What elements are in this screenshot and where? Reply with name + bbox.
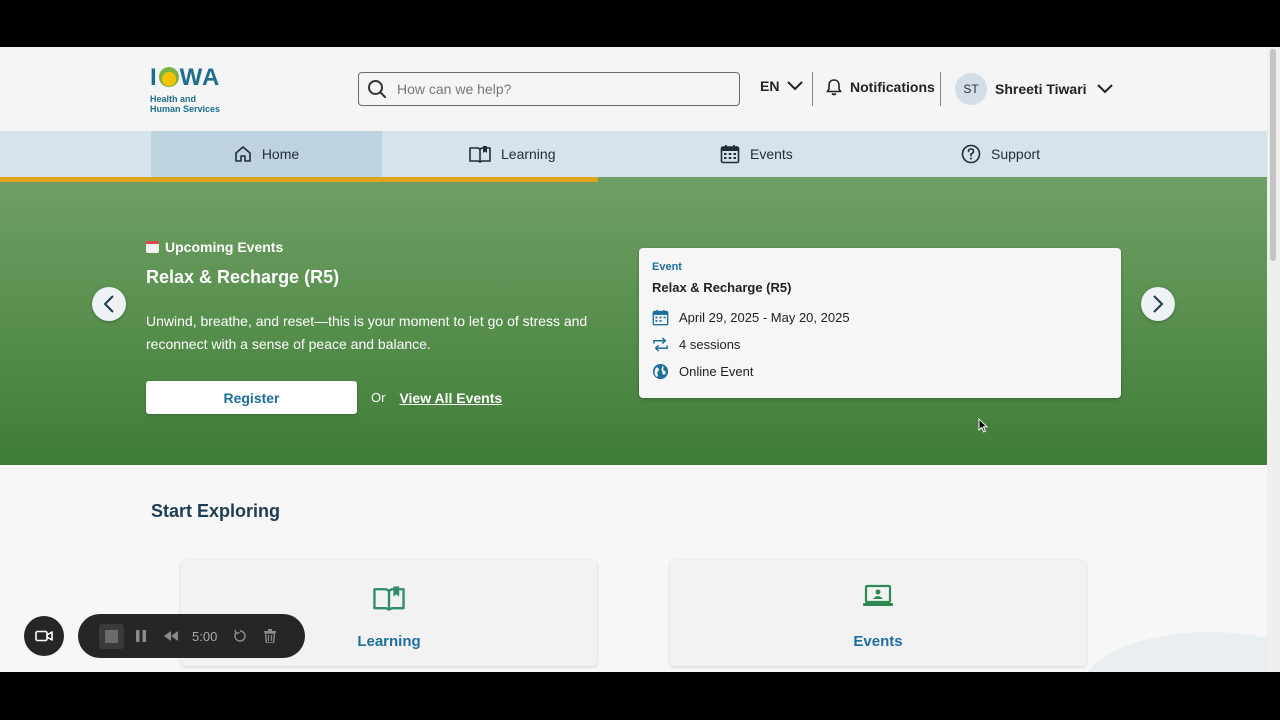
main-nav: Home Learning Events Support (0, 131, 1267, 177)
event-dates-row: April 29, 2025 - May 20, 2025 (652, 309, 1108, 326)
hero-carousel: Upcoming Events Relax & Recharge (R5) Un… (0, 177, 1267, 465)
recording-toolbar: 5:00 (78, 614, 305, 658)
pause-icon (136, 630, 146, 642)
logo-wordmark: I WA (150, 64, 221, 91)
stop-icon (104, 629, 118, 643)
home-icon (235, 146, 251, 162)
nav-item-home[interactable]: Home (151, 131, 382, 177)
repeat-icon (653, 337, 668, 352)
event-sessions-row: 4 sessions (652, 336, 1108, 353)
chevron-right-icon (1153, 295, 1164, 313)
hero-actions: Register Or View All Events (146, 381, 626, 414)
calendar-icon (720, 145, 740, 164)
top-black-band (0, 0, 1280, 47)
nav-item-events[interactable]: Events (720, 131, 793, 177)
globe-icon (652, 363, 669, 380)
page: IWA Health and Human Services EN Notific… (0, 47, 1280, 672)
mouse-cursor-icon (978, 418, 988, 433)
decorative-shape (1080, 632, 1280, 672)
nav-label: Events (750, 146, 793, 162)
carousel-progress-bar (0, 177, 598, 182)
section-label-text: Upcoming Events (165, 239, 284, 255)
tile-label: Events (853, 633, 903, 650)
nav-item-learning[interactable]: Learning (469, 131, 556, 177)
search-box[interactable] (358, 72, 740, 106)
recording-timer: 5:00 (192, 628, 218, 644)
hero-section-label: Upcoming Events (146, 239, 626, 255)
explore-tile-events[interactable]: Events (670, 560, 1086, 666)
restart-button[interactable] (225, 621, 255, 651)
rewind-button[interactable] (156, 621, 186, 651)
notifications-label: Notifications (850, 79, 935, 95)
book-icon (373, 586, 405, 611)
iowa-hhs-logo[interactable]: I WA Health and Human Services (150, 64, 240, 115)
carousel-next-button[interactable] (1141, 287, 1175, 321)
calendar-icon (652, 309, 669, 326)
delete-button[interactable] (255, 621, 285, 651)
language-selector[interactable]: EN (760, 78, 804, 94)
laptop-presentation-icon (863, 584, 893, 606)
search-input[interactable] (397, 81, 717, 97)
bottom-black-band (0, 672, 1280, 720)
chevron-left-icon (103, 295, 114, 313)
nav-label: Support (991, 146, 1041, 162)
view-all-events-link[interactable]: View All Events (399, 390, 502, 406)
user-name: Shreeti Tiwari (995, 81, 1087, 97)
event-tag: Event (652, 261, 682, 273)
hero-content: Upcoming Events Relax & Recharge (R5) Un… (146, 239, 626, 414)
video-camera-icon (35, 630, 53, 642)
site-header: IWA Health and Human Services EN Notific… (0, 47, 1267, 131)
register-button[interactable]: Register (146, 381, 357, 414)
page-scrollbar[interactable] (1267, 47, 1280, 672)
chevron-down-icon (1096, 84, 1113, 94)
event-card[interactable]: Event Relax & Recharge (R5) April 29, 20… (639, 248, 1121, 398)
header-divider (812, 72, 813, 106)
logo-subtitle-2: Human Services (150, 104, 221, 114)
calendar-emoji-icon (146, 241, 159, 253)
carousel-prev-button[interactable] (92, 287, 126, 321)
stop-recording-button[interactable] (96, 621, 126, 651)
language-label: EN (760, 78, 780, 94)
nav-label: Home (261, 146, 300, 162)
chevron-down-icon (787, 81, 804, 91)
notifications-button[interactable]: Notifications (826, 78, 935, 96)
nav-label: Learning (501, 146, 556, 162)
rewind-icon (164, 631, 178, 641)
or-text: Or (371, 390, 386, 405)
camera-toggle-button[interactable] (24, 616, 64, 656)
scrollbar-thumb[interactable] (1270, 49, 1276, 261)
event-title: Relax & Recharge (R5) (652, 280, 792, 295)
search-icon (368, 80, 386, 98)
help-circle-icon (961, 144, 981, 164)
restart-icon (234, 629, 247, 642)
hero-description: Unwind, breathe, and reset—this is your … (146, 313, 588, 352)
header-divider (940, 72, 941, 106)
pause-button[interactable] (126, 621, 156, 651)
trash-icon (264, 629, 277, 643)
hero-title: Relax & Recharge (R5) (146, 267, 340, 287)
event-dates: April 29, 2025 - May 20, 2025 (679, 310, 850, 325)
section-title: Start Exploring (151, 501, 281, 521)
book-icon (469, 146, 491, 163)
logo-subtitle-1: Health and (150, 94, 197, 104)
user-menu[interactable]: ST Shreeti Tiwari (955, 73, 1113, 105)
event-location: Online Event (679, 364, 754, 379)
bell-icon (826, 79, 842, 96)
event-location-row: Online Event (652, 363, 1108, 380)
nav-item-support[interactable]: Support (961, 131, 1040, 177)
avatar: ST (955, 73, 987, 105)
event-sessions: 4 sessions (679, 337, 741, 352)
